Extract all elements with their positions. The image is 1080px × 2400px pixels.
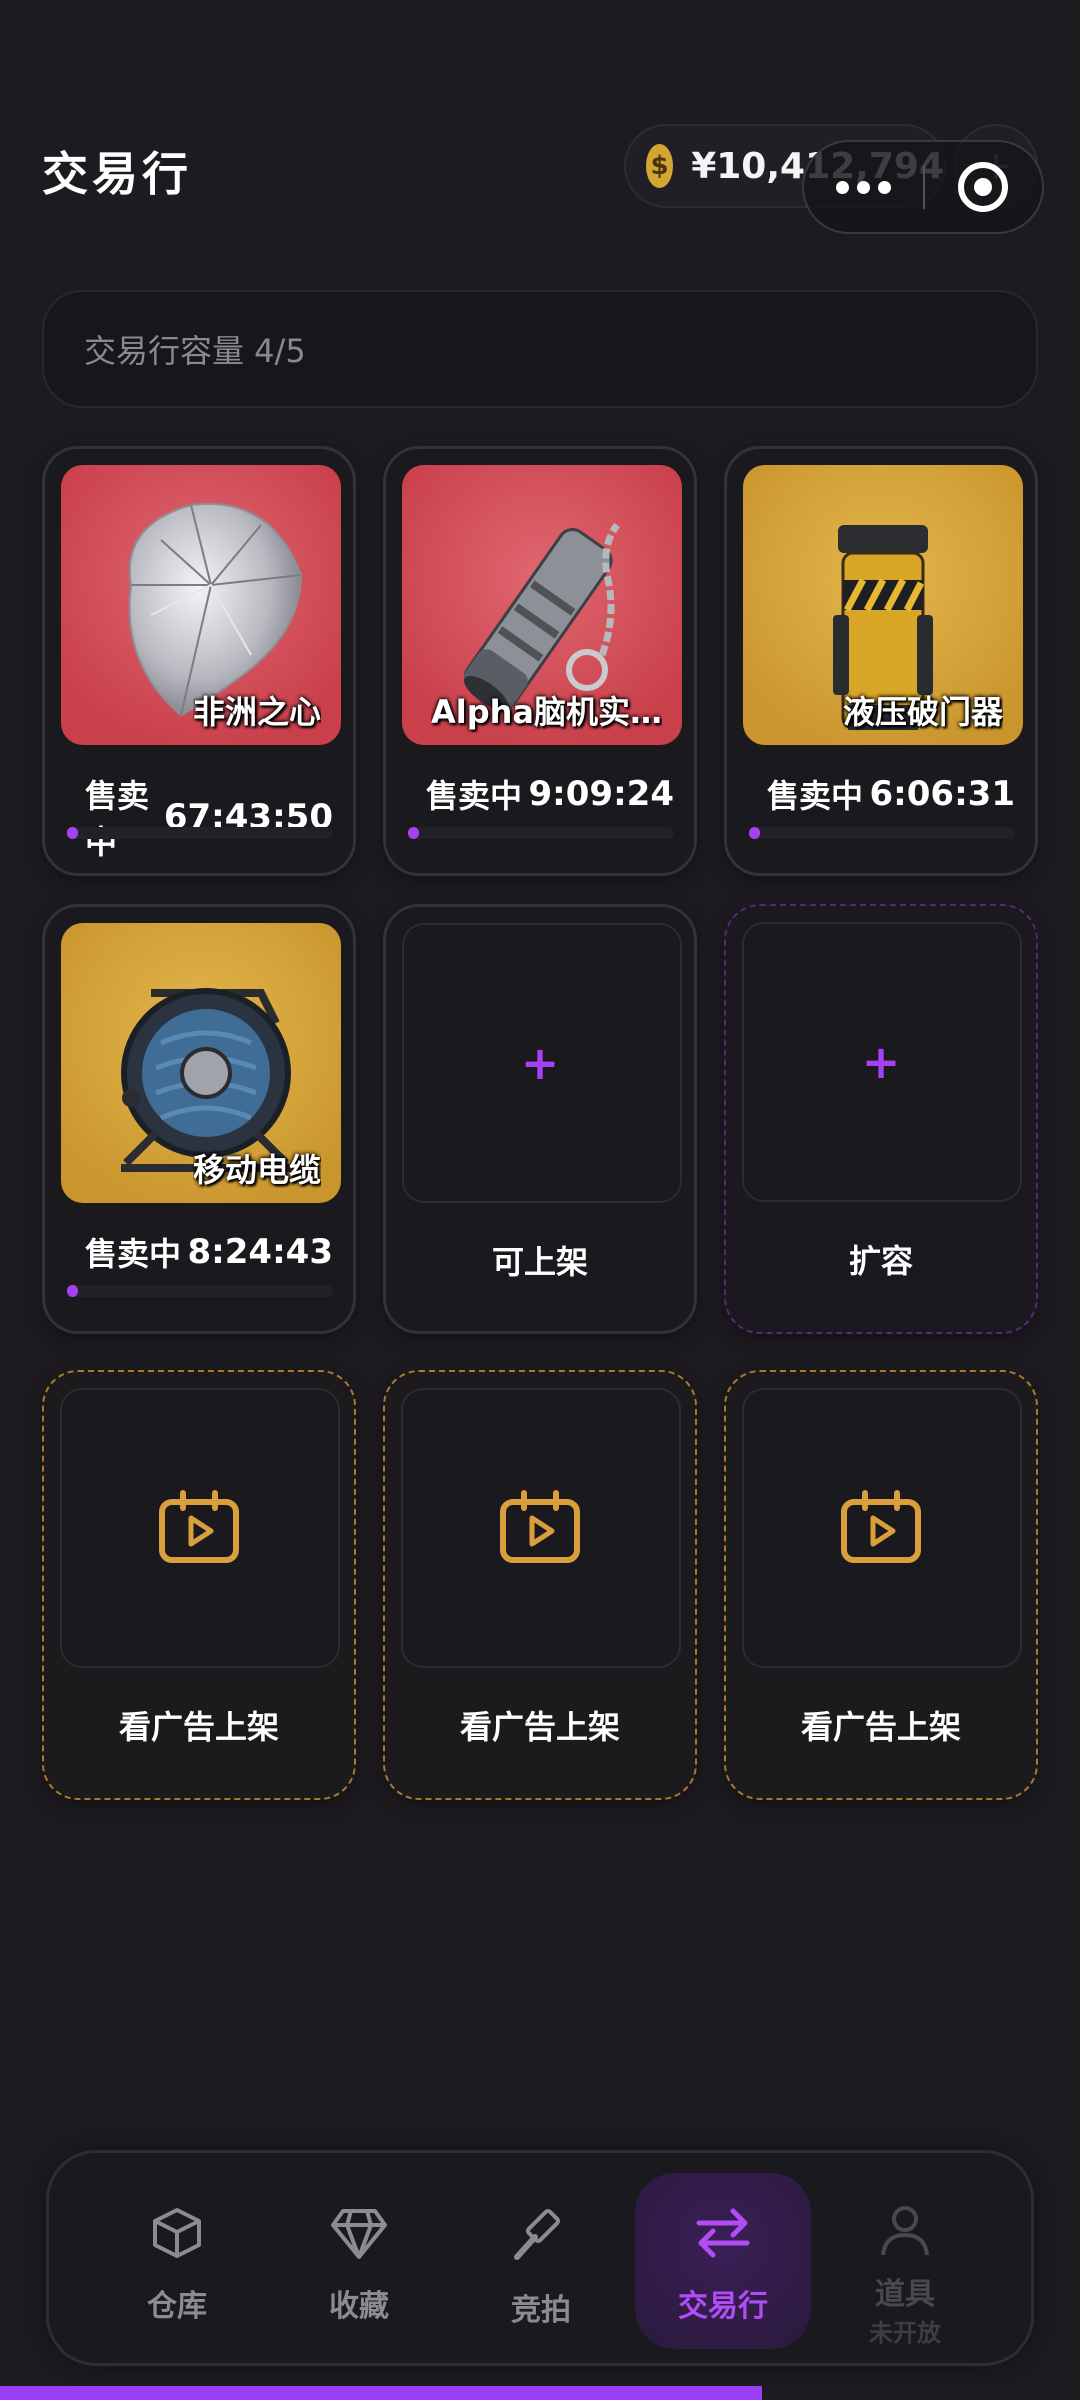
- listing-timer: 9:09:24: [528, 774, 674, 814]
- nav-label: 道具: [875, 2277, 935, 2312]
- listing-slot-4[interactable]: 移动电缆 售卖中 8:24:43: [42, 904, 356, 1334]
- watch-ad-slot-3[interactable]: 看广告上架: [724, 1370, 1038, 1800]
- video-ad-icon: [159, 1490, 239, 1563]
- target-icon: [958, 162, 1009, 212]
- close-mini-program-button[interactable]: [925, 142, 1042, 232]
- listing-progress-fill: [67, 1285, 78, 1297]
- capacity-label: 交易行容量 4/5: [84, 332, 306, 370]
- item-name: 移动电缆: [192, 1151, 321, 1189]
- listing-status-row: 售卖中 8:24:43: [85, 1229, 333, 1275]
- more-dot-icon: [878, 180, 891, 194]
- listing-progress: [408, 827, 674, 839]
- watch-ad-slot-2[interactable]: 看广告上架: [383, 1370, 697, 1800]
- item-thumbnail: 移动电缆: [61, 923, 341, 1203]
- listing-progress: [67, 827, 333, 839]
- listing-status-row: 售卖中 67:43:50: [85, 771, 333, 863]
- item-name: 液压破门器: [842, 693, 1003, 731]
- item-thumbnail: 非洲之心: [61, 465, 341, 745]
- listing-slot-2[interactable]: Alpha脑机实… 售卖中 9:09:24: [383, 446, 697, 876]
- more-dot-icon: [857, 180, 870, 194]
- gavel-icon: [514, 2208, 561, 2260]
- watch-ad-label: 看广告上架: [118, 1708, 279, 1746]
- person-icon: [881, 2206, 929, 2256]
- nav-label: 竞拍: [511, 2293, 571, 2328]
- home-indicator-bar: [0, 2386, 762, 2400]
- listing-progress: [67, 1285, 333, 1297]
- listing-progress-fill: [408, 827, 419, 839]
- watch-ad-slot-1[interactable]: 看广告上架: [42, 1370, 356, 1800]
- watch-ad-label: 看广告上架: [459, 1708, 620, 1746]
- listing-status: 售卖中: [85, 1235, 182, 1273]
- mini-program-capsule: [802, 140, 1044, 234]
- listing-status: 售卖中: [426, 777, 523, 815]
- item-name: 非洲之心: [192, 693, 321, 731]
- page-title: 交易行: [42, 147, 192, 201]
- listing-status: 售卖中: [85, 777, 150, 861]
- nav-sublabel: 未开放: [869, 2319, 941, 2347]
- listing-progress: [749, 827, 1015, 839]
- more-menu-button[interactable]: [804, 142, 923, 232]
- video-ad-icon: [500, 1490, 580, 1563]
- expand-capacity-slot[interactable]: + 扩容: [724, 904, 1038, 1334]
- listing-progress-fill: [749, 827, 760, 839]
- plus-icon: +: [520, 1036, 560, 1090]
- nav-item-props: 道具 未开放: [817, 2173, 993, 2349]
- video-ad-icon: [841, 1490, 921, 1563]
- more-dot-icon: [836, 180, 849, 194]
- item-name: Alpha脑机实…: [430, 693, 662, 731]
- available-slot-label: 可上架: [491, 1243, 588, 1281]
- listing-timer: 6:06:31: [869, 774, 1015, 814]
- item-thumbnail: 液压破门器: [743, 465, 1023, 745]
- listing-slot-1[interactable]: 非洲之心 售卖中 67:43:50: [42, 446, 356, 876]
- listing-status-row: 售卖中 9:09:24: [426, 771, 674, 817]
- listing-status-row: 售卖中 6:06:31: [767, 771, 1015, 817]
- item-thumbnail: Alpha脑机实…: [402, 465, 682, 745]
- nav-item-warehouse[interactable]: 仓库: [89, 2173, 265, 2349]
- nav-item-collection[interactable]: 收藏: [271, 2173, 447, 2349]
- expand-slot-label: 扩容: [848, 1242, 913, 1280]
- coin-icon: $: [646, 144, 674, 188]
- listing-status: 售卖中: [767, 777, 864, 815]
- listing-timer: 8:24:43: [187, 1232, 333, 1272]
- listing-slot-3[interactable]: 液压破门器 售卖中 6:06:31: [724, 446, 1038, 876]
- nav-label: 收藏: [329, 2289, 389, 2324]
- capacity-bar: 交易行容量 4/5: [42, 290, 1038, 408]
- nav-label: 交易行: [678, 2289, 768, 2324]
- box-icon: [153, 2208, 201, 2258]
- plus-icon: +: [861, 1035, 901, 1089]
- nav-item-trading-house[interactable]: 交易行: [635, 2173, 811, 2349]
- swap-arrows-icon: [696, 2208, 750, 2258]
- nav-label: 仓库: [147, 2289, 207, 2324]
- available-slot[interactable]: + 可上架: [383, 904, 697, 1334]
- listing-progress-fill: [67, 827, 78, 839]
- bottom-nav: 仓库 收藏 竞拍 交易行 道具 未开放: [46, 2150, 1034, 2366]
- nav-item-auction[interactable]: 竞拍: [453, 2173, 629, 2349]
- diamond-icon: [331, 2209, 387, 2259]
- watch-ad-label: 看广告上架: [800, 1708, 961, 1746]
